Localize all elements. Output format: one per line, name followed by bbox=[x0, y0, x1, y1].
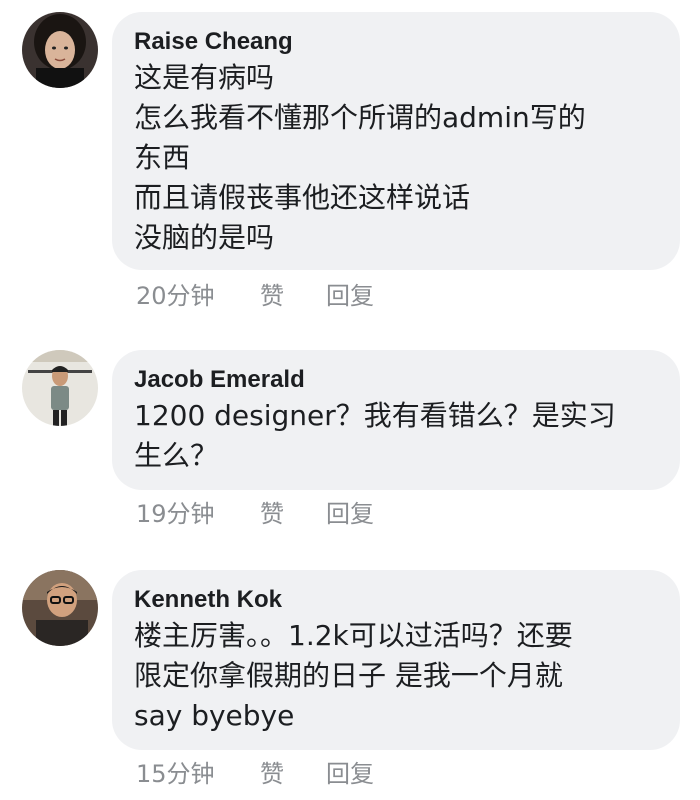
comment-meta: 20分钟 赞 回复 bbox=[136, 276, 374, 310]
comment-text-line: 限定你拿假期的日子 是我一个月就 bbox=[134, 659, 563, 692]
comment-author[interactable]: Raise Cheang bbox=[134, 26, 658, 58]
comment-meta: 15分钟 赞 回复 bbox=[136, 754, 374, 788]
comment-text-line: 而且请假丧事他还这样说话 bbox=[134, 181, 471, 214]
comment-timestamp[interactable]: 15分钟 bbox=[136, 754, 260, 789]
avatar[interactable] bbox=[22, 570, 98, 646]
comment-timestamp[interactable]: 19分钟 bbox=[136, 494, 260, 529]
comment-bubble: Jacob Emerald 1200 designer？我有看错么？是实习 生么… bbox=[112, 350, 680, 490]
comment-text-line: say byebye bbox=[134, 699, 295, 732]
reply-button[interactable]: 回复 bbox=[326, 494, 374, 529]
like-button[interactable]: 赞 bbox=[260, 754, 326, 789]
comment-timestamp[interactable]: 20分钟 bbox=[136, 276, 260, 311]
comment-text-line: 1200 designer？我有看错么？是实习 bbox=[134, 399, 616, 432]
comment-author[interactable]: Kenneth Kok bbox=[134, 584, 658, 616]
comment-text-line: 楼主厉害。。1.2k可以过活吗？还要 bbox=[134, 619, 573, 652]
reply-button[interactable]: 回复 bbox=[326, 754, 374, 789]
comment-text-line: 没脑的是吗 bbox=[134, 221, 275, 254]
comment-text-line: 东西 bbox=[134, 141, 191, 174]
like-button[interactable]: 赞 bbox=[260, 494, 326, 529]
like-button[interactable]: 赞 bbox=[260, 276, 326, 311]
reply-button[interactable]: 回复 bbox=[326, 276, 374, 311]
comment-text-line: 怎么我看不懂那个所谓的admin写的 bbox=[134, 101, 586, 134]
avatar[interactable] bbox=[22, 12, 98, 88]
comment-author[interactable]: Jacob Emerald bbox=[134, 364, 658, 396]
comment-bubble: Kenneth Kok 楼主厉害。。1.2k可以过活吗？还要 限定你拿假期的日子… bbox=[112, 570, 680, 750]
comment-meta: 19分钟 赞 回复 bbox=[136, 494, 374, 528]
comment-text-line: 生么？ bbox=[134, 439, 219, 472]
comment-text-line: 这是有病吗 bbox=[134, 61, 275, 94]
comment-bubble: Raise Cheang 这是有病吗 怎么我看不懂那个所谓的admin写的 东西… bbox=[112, 12, 680, 270]
avatar[interactable] bbox=[22, 350, 98, 426]
